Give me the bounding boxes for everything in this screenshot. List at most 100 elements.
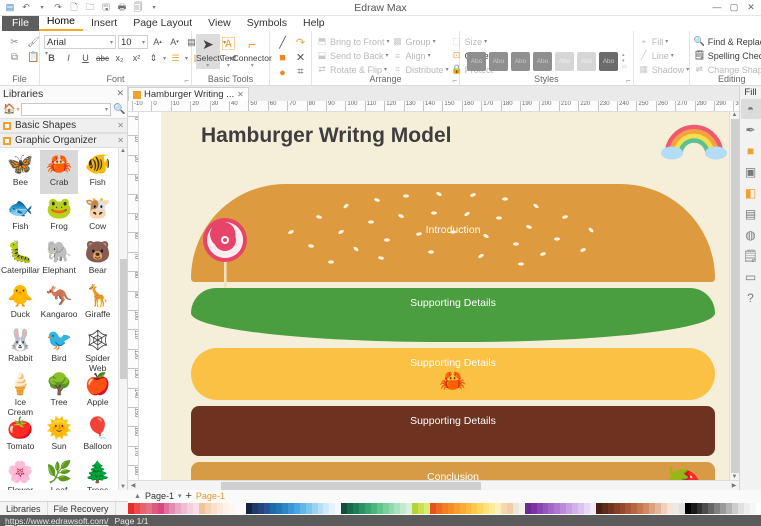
font-family-select[interactable]: Arial ▾ xyxy=(44,35,116,49)
library-shape-giraffe[interactable]: 🦒 Giraffe xyxy=(78,282,117,326)
style-preview-2[interactable]: Abo xyxy=(489,51,508,71)
style-preview-1[interactable]: Abo xyxy=(467,51,486,71)
scroll-up-icon[interactable]: ▲ xyxy=(732,112,738,118)
picture-icon[interactable]: ▣ xyxy=(741,162,761,182)
library-shape-cow[interactable]: 🐮 Cow xyxy=(78,194,117,238)
line-spacing-dropdown-icon[interactable]: ▾ xyxy=(163,55,166,62)
close-icon[interactable]: ✕ xyxy=(237,90,244,99)
page-tab-page-1[interactable]: Page-1 xyxy=(196,491,225,501)
styles-dialog-launcher-icon[interactable]: ⌐ xyxy=(626,76,631,85)
style-preview-4[interactable]: Abo xyxy=(533,51,552,71)
library-shape-frog[interactable]: 🐸 Frog xyxy=(40,194,79,238)
diagram-title[interactable]: Hamburger Writng Model xyxy=(201,124,451,148)
library-tab-libraries[interactable]: Libraries xyxy=(0,502,48,515)
bold-icon[interactable]: B xyxy=(44,51,59,65)
library-shape-crab[interactable]: 🦀 Crab xyxy=(39,150,79,194)
qat-more-icon[interactable]: ▾ xyxy=(147,1,161,14)
diagram-layer-bun-bottom[interactable]: Conclusion 🍓 xyxy=(191,462,715,480)
bullet-list-icon[interactable]: ☰ xyxy=(168,51,183,65)
crop-icon[interactable]: ⌗ xyxy=(294,66,307,79)
close-icon[interactable]: ✕ xyxy=(117,121,124,130)
format-painter-icon[interactable]: 🖌 xyxy=(26,35,41,49)
arc-icon[interactable]: ↷ xyxy=(294,36,307,49)
cut-icon[interactable]: ✂ xyxy=(7,35,22,49)
shrink-font-icon[interactable]: A ▾ xyxy=(167,35,182,49)
library-shape-flower[interactable]: 🌸 Flower xyxy=(1,458,40,490)
scroll-up-icon[interactable]: ▲ xyxy=(120,148,126,154)
redo-icon[interactable]: ↷ xyxy=(51,1,65,14)
chevron-down-icon[interactable]: ▾ xyxy=(178,492,182,500)
font-dialog-launcher-icon[interactable]: ⌐ xyxy=(184,76,189,85)
line-pen-icon[interactable]: ✒ xyxy=(741,120,761,140)
library-tab-file-recovery[interactable]: File Recovery xyxy=(48,502,116,515)
library-shape-tomato[interactable]: 🍅 Tomato xyxy=(1,414,40,458)
italic-icon[interactable]: I xyxy=(61,51,76,65)
superscript-icon[interactable]: x² xyxy=(129,51,144,65)
library-shape-leaf[interactable]: 🌿 Leaf xyxy=(40,458,79,490)
subscript-icon[interactable]: x₂ xyxy=(112,51,127,65)
scroll-thumb[interactable] xyxy=(730,119,739,473)
library-scrollbar[interactable]: ▲ ▼ xyxy=(118,148,127,490)
drawing-sheet[interactable]: Hamburger Writng Model Introduction Supp… xyxy=(139,112,729,480)
rectangle-icon[interactable]: ■ xyxy=(276,51,289,64)
search-icon[interactable]: 🔍 xyxy=(113,104,125,115)
library-shape-trees[interactable]: 🌲 Trees xyxy=(78,458,117,490)
paste-icon[interactable]: 📋 xyxy=(26,50,41,64)
library-shape-ice-cream[interactable]: 🍦 Ice Cream xyxy=(1,370,40,417)
library-shape-caterpillar[interactable]: 🐛 Caterpillar xyxy=(1,238,40,282)
scroll-thumb[interactable] xyxy=(119,259,127,379)
style-preview-5[interactable]: Abo xyxy=(555,51,574,71)
help-icon[interactable]: ? xyxy=(741,288,761,308)
arrange-dialog-launcher-icon[interactable]: ⌐ xyxy=(452,76,457,85)
styles-scroll-spinner[interactable]: ▴ ▾ ▭ xyxy=(621,53,627,70)
group-button[interactable]: ▩ Group ▾ xyxy=(392,35,449,48)
library-shape-elephant[interactable]: 🐘 Elephant xyxy=(40,238,79,282)
library-shape-kangaroo[interactable]: 🦘 Kangaroo xyxy=(40,282,79,326)
scroll-thumb[interactable] xyxy=(220,481,481,490)
copy-icon[interactable]: ⧉ xyxy=(7,50,22,64)
rainbow-icon[interactable] xyxy=(661,122,727,160)
diagram-layer-patty[interactable]: Supporting Details xyxy=(191,406,715,456)
library-shape-tree[interactable]: 🌳 Tree xyxy=(40,370,79,414)
library-shape-fish[interactable]: 🐟 Fish xyxy=(1,194,40,238)
menu-item-symbols[interactable]: Symbols xyxy=(239,16,295,31)
color-swatches[interactable] xyxy=(128,503,761,514)
library-shape-bee[interactable]: 🦋 Bee xyxy=(1,150,40,194)
note-edit-icon[interactable]: 🗒 xyxy=(741,246,761,266)
style-preview-6[interactable]: Abo xyxy=(577,51,596,71)
color-swatch[interactable] xyxy=(755,503,761,514)
scroll-right-icon[interactable]: ▶ xyxy=(729,482,739,489)
align-button[interactable]: ≡ Align ▾ xyxy=(392,49,449,62)
close-button[interactable]: ✕ xyxy=(743,0,759,15)
undo-dropdown-icon[interactable]: ▾ xyxy=(35,1,49,14)
send-to-back-button[interactable]: ⬓ Send to Back ▾ xyxy=(316,49,390,62)
grow-font-icon[interactable]: A ▴ xyxy=(150,35,165,49)
line-spacing-icon[interactable]: ⇕ xyxy=(146,51,161,65)
collapse-icon[interactable]: ▲ xyxy=(134,493,141,500)
style-preview-3[interactable]: Abo xyxy=(511,51,530,71)
library-search-input[interactable]: ▾ xyxy=(21,103,111,116)
undo-icon[interactable]: ↶ xyxy=(19,1,33,14)
close-x-icon[interactable]: ✕ xyxy=(294,51,307,64)
save-icon[interactable]: 🖫 xyxy=(99,1,113,14)
diagram-layer-cheese[interactable]: Supporting Details 🦀 xyxy=(191,348,715,400)
menu-item-file[interactable]: File xyxy=(2,16,39,31)
strikethrough-icon[interactable]: abc xyxy=(95,51,110,65)
diagram-layer-lettuce[interactable]: Supporting Details xyxy=(191,288,715,342)
print-icon[interactable]: 🖶 xyxy=(115,1,129,14)
open-file-icon[interactable]: 🗀 xyxy=(83,1,97,14)
library-section-graphic-organizer[interactable]: Graphic Organizer ✕ xyxy=(0,133,127,148)
font-size-select[interactable]: 10 ▾ xyxy=(118,35,148,49)
maximize-button[interactable]: ▢ xyxy=(726,0,742,15)
library-home-button[interactable]: 🏠 ▾ xyxy=(3,104,19,115)
edrawsoft-link[interactable]: https://www.edrawsoft.com/ xyxy=(5,516,108,526)
library-shape-rabbit[interactable]: 🐰 Rabbit xyxy=(1,326,40,370)
crab-icon[interactable]: 🦀 xyxy=(439,368,466,394)
shadow-button[interactable]: ▦ Shadow ▾ xyxy=(638,63,689,76)
line-icon[interactable]: ╱ xyxy=(276,36,289,49)
comment-icon[interactable]: ▭ xyxy=(741,267,761,287)
close-icon[interactable]: ✕ xyxy=(117,136,124,145)
color-square-icon[interactable]: ■ xyxy=(741,141,761,161)
library-shape-bird[interactable]: 🐦 Bird xyxy=(40,326,79,370)
ellipse-icon[interactable]: ● xyxy=(276,66,289,79)
